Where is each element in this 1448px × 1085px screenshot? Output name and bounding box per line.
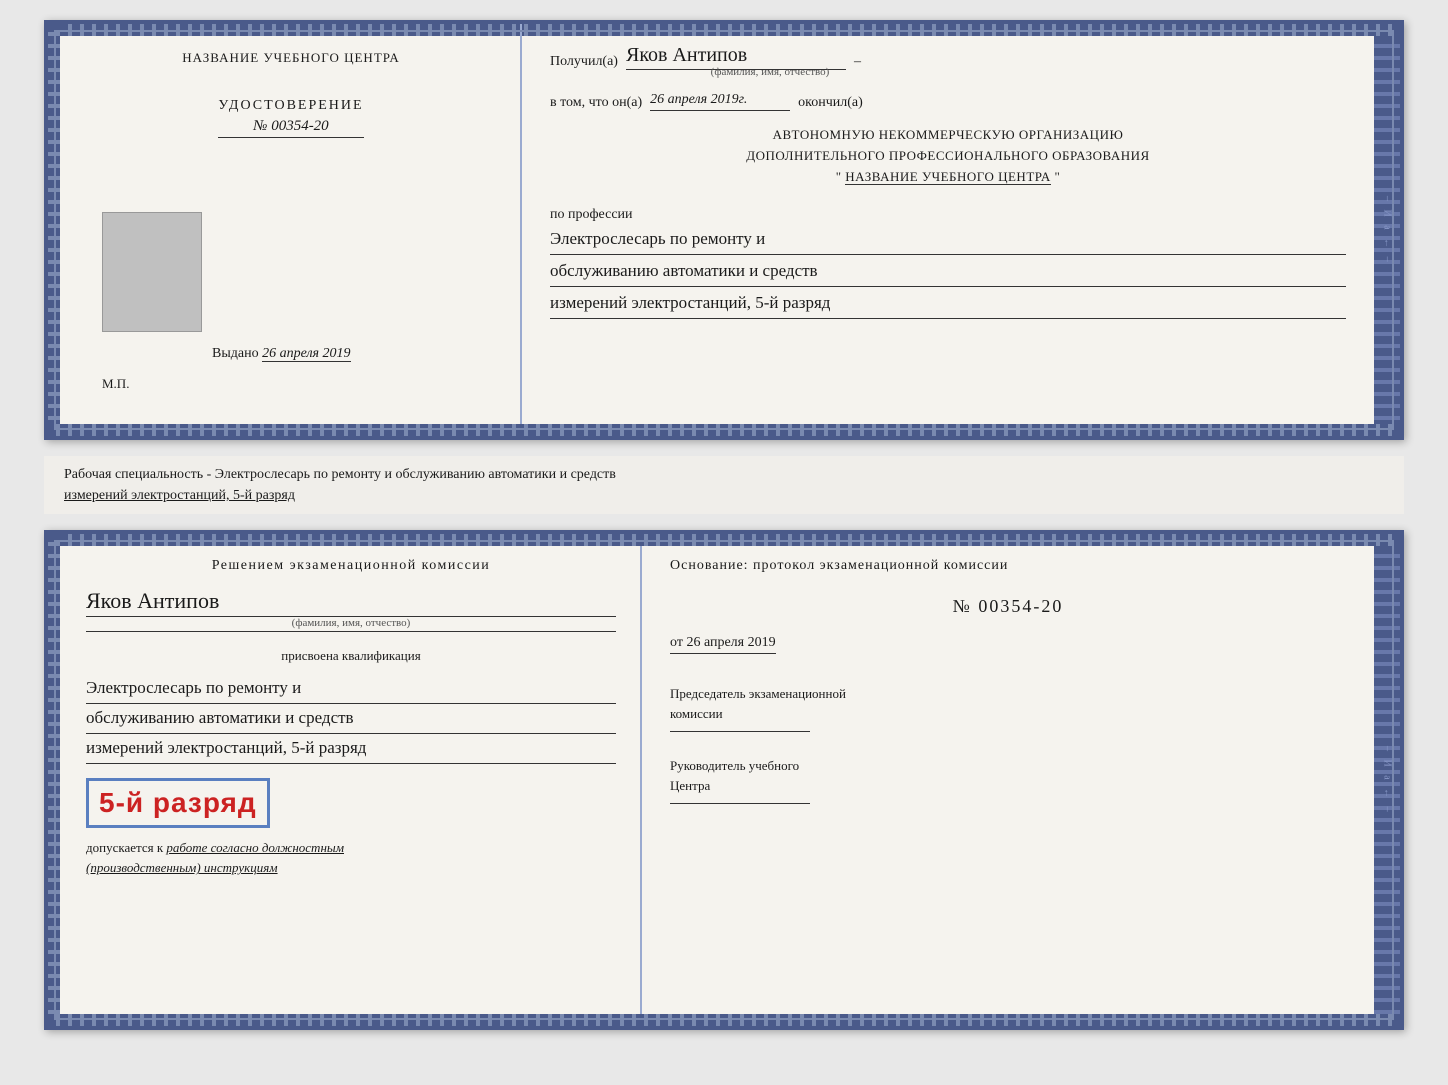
rukovoditel-block: Руководитель учебного Центра (670, 756, 1346, 804)
vydano-date: 26 апреля 2019 (262, 346, 350, 362)
org-line2: ДОПОЛНИТЕЛЬНОГО ПРОФЕССИОНАЛЬНОГО ОБРАЗО… (550, 146, 1346, 167)
bottom-document: Решением экзаменационной комиссии Яков А… (44, 530, 1404, 1030)
dopuskaetsya-italic2: (производственным) инструкциям (86, 860, 278, 875)
prisvoena-label: присвоена квалификация (86, 648, 616, 664)
rank-badge: 5-й разряд (86, 778, 270, 828)
middle-line1: Рабочая специальность - Электрослесарь п… (64, 464, 1384, 485)
border-left (48, 24, 60, 436)
profession-block: по профессии Электрослесарь по ремонту и… (550, 201, 1346, 319)
school-name-left: НАЗВАНИЕ УЧЕБНОГО ЦЕНТРА (182, 48, 399, 68)
protocol-number: № 00354-20 (670, 596, 1346, 617)
predsedatel-line2: комиссии (670, 706, 723, 721)
predsedatel-label: Председатель экзаменационной комиссии (670, 684, 1346, 723)
org-name-line: " НАЗВАНИЕ УЧЕБНОГО ЦЕНТРА " (550, 167, 1346, 188)
qual-line1: Электрослесарь по ремонту и (86, 674, 616, 704)
vydano-line: Выдано 26 апреля 2019 (212, 346, 351, 362)
rukovoditel-line1: Руководитель учебного (670, 758, 799, 773)
side-decoration: – И а ← – (1382, 196, 1393, 265)
qual-block: Электрослесарь по ремонту и обслуживанию… (86, 674, 616, 764)
fio-subtitle-bottom: (фамилия, имя, отчество) (86, 617, 616, 632)
top-right-panel: Получил(а) Яков Антипов – (фамилия, имя,… (522, 24, 1374, 436)
top-left-panel: НАЗВАНИЕ УЧЕБНОГО ЦЕНТРА УДОСТОВЕРЕНИЕ №… (62, 24, 522, 436)
vtom-label: в том, что он(а) (550, 95, 642, 111)
bottom-name-block: Яков Антипов (фамилия, имя, отчество) (86, 584, 616, 632)
org-quote: " (836, 169, 842, 184)
bottom-border-bottom (48, 1014, 1400, 1026)
dopuskaetsya-prefix: допускается к (86, 840, 163, 855)
bottom-left-panel: Решением экзаменационной комиссии Яков А… (62, 534, 642, 1026)
vtom-line: в том, что он(а) 26 апреля 2019г. окончи… (550, 92, 1346, 111)
photo-placeholder (102, 212, 202, 332)
dopuskaetsya-block: допускается к работе согласно должностны… (86, 838, 616, 880)
rukovoditel-line2: Центра (670, 778, 710, 793)
profession-line1: Электрослесарь по ремонту и (550, 225, 1346, 255)
poluchil-label: Получил(а) (550, 54, 618, 70)
ot-date: 26 апреля 2019 (686, 635, 775, 650)
middle-line2: измерений электростанций, 5-й разряд (64, 485, 1384, 506)
po-professii: по профессии (550, 207, 1346, 223)
bottom-right-border-strip: – И а ← – (1374, 534, 1400, 1026)
mp-label: М.П. (102, 376, 129, 392)
border-bottom (48, 424, 1400, 436)
rank-badge-text: 5-й разряд (99, 787, 257, 819)
resheniyem-label: Решением экзаменационной комиссии (86, 558, 616, 574)
qual-line3: измерений электростанций, 5-й разряд (86, 734, 616, 764)
bottom-right-panel: Основание: протокол экзаменационной коми… (642, 534, 1374, 1026)
dopuskaetsya-italic1: работе согласно должностным (166, 840, 344, 855)
udostoverenie-title: УДОСТОВЕРЕНИЕ (218, 98, 363, 114)
bottom-name-cursive: Яков Антипов (86, 588, 616, 617)
vydano-label: Выдано (212, 346, 259, 361)
rukovoditel-signature-line (670, 803, 810, 804)
rukovoditel-label: Руководитель учебного Центра (670, 756, 1346, 795)
recipient-block: Получил(а) Яков Антипов – (фамилия, имя,… (550, 44, 1346, 78)
vtom-date: 26 апреля 2019г. (650, 92, 790, 111)
recipient-dash: – (854, 54, 861, 70)
org-quote2: " (1054, 169, 1060, 184)
predsedatel-signature-line (670, 731, 810, 732)
predsedatel-line1: Председатель экзаменационной (670, 686, 846, 701)
osnovanie-label: Основание: протокол экзаменационной коми… (670, 558, 1346, 574)
right-border-strip: – И а ← – (1374, 24, 1400, 436)
org-name: НАЗВАНИЕ УЧЕБНОГО ЦЕНТРА (845, 169, 1050, 185)
ot-label: от 26 апреля 2019 (670, 635, 776, 654)
ot-prefix: от (670, 635, 683, 650)
predsedatel-block: Председатель экзаменационной комиссии (670, 684, 1346, 732)
ot-block: от 26 апреля 2019 (670, 631, 1346, 654)
middle-text: Рабочая специальность - Электрослесарь п… (44, 456, 1404, 514)
top-document: НАЗВАНИЕ УЧЕБНОГО ЦЕНТРА УДОСТОВЕРЕНИЕ №… (44, 20, 1404, 440)
signatures-block: Председатель экзаменационной комиссии Ру… (670, 684, 1346, 804)
udostoverenie-block: УДОСТОВЕРЕНИЕ № 00354-20 (218, 98, 363, 138)
org-block: АВТОНОМНУЮ НЕКОММЕРЧЕСКУЮ ОРГАНИЗАЦИЮ ДО… (550, 125, 1346, 187)
okonchil-label: окончил(а) (798, 95, 863, 111)
org-line1: АВТОНОМНУЮ НЕКОММЕРЧЕСКУЮ ОРГАНИЗАЦИЮ (550, 125, 1346, 146)
recipient-line: Получил(а) Яков Антипов – (550, 44, 1346, 70)
doc-number-left: № 00354-20 (218, 118, 363, 138)
profession-line2: обслуживанию автоматики и средств (550, 257, 1346, 287)
bottom-side-decoration: – И а ← – (1382, 746, 1393, 815)
profession-line3: измерений электростанций, 5-й разряд (550, 289, 1346, 319)
bottom-border-top (48, 534, 1400, 546)
rank-badge-container: 5-й разряд (86, 774, 616, 828)
qual-line2: обслуживанию автоматики и средств (86, 704, 616, 734)
bottom-border-left (48, 534, 60, 1026)
